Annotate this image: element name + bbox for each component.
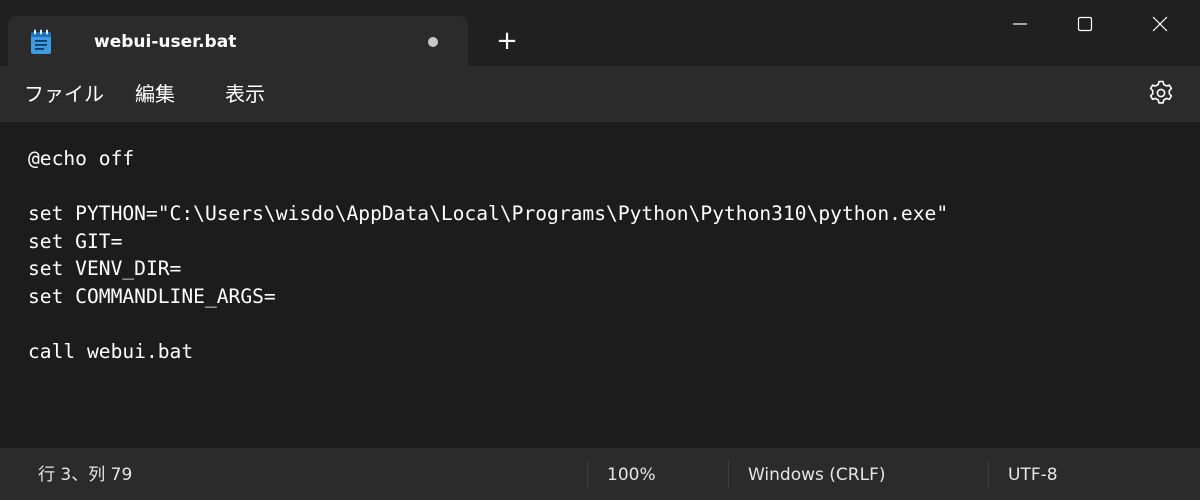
status-divider [728, 460, 729, 488]
encoding[interactable]: UTF-8 [1008, 464, 1058, 486]
menu-edit[interactable]: 編集 [135, 82, 175, 106]
maximize-icon [1077, 16, 1093, 32]
line-ending[interactable]: Windows (CRLF) [748, 464, 886, 486]
title-bar: webui-user.bat + [0, 0, 1200, 68]
menu-view[interactable]: 表示 [225, 82, 265, 106]
menu-file[interactable]: ファイル [24, 82, 104, 106]
gear-icon[interactable] [1146, 78, 1176, 108]
minimize-button[interactable] [990, 4, 1050, 44]
editor-line: set GIT= [28, 230, 123, 253]
notepad-window: webui-user.bat + ファイル 編集 表示 @echo off se… [0, 0, 1200, 500]
document-tab[interactable]: webui-user.bat [8, 16, 468, 68]
text-editor[interactable]: @echo off set PYTHON="C:\Users\wisdo\App… [0, 122, 1200, 448]
editor-line: set COMMANDLINE_ARGS= [28, 285, 276, 308]
zoom-level[interactable]: 100% [607, 464, 656, 486]
status-bar: 行 3、列 79 100% Windows (CRLF) UTF-8 [0, 448, 1200, 500]
editor-line: @echo off [28, 147, 135, 170]
unsaved-dot-icon[interactable] [428, 37, 438, 47]
maximize-button[interactable] [1055, 4, 1115, 44]
editor-line: set VENV_DIR= [28, 257, 182, 280]
notepad-icon [31, 29, 51, 54]
status-divider [988, 460, 989, 488]
close-button[interactable] [1130, 4, 1190, 44]
status-divider [587, 460, 588, 488]
close-icon [1152, 16, 1168, 32]
tab-title: webui-user.bat [94, 32, 237, 52]
new-tab-button[interactable]: + [490, 26, 524, 58]
cursor-position: 行 3、列 79 [38, 465, 133, 485]
editor-line: set PYTHON="C:\Users\wisdo\AppData\Local… [28, 202, 949, 225]
menu-bar: ファイル 編集 表示 [0, 66, 1200, 122]
editor-line: call webui.bat [28, 340, 194, 363]
minimize-icon [1013, 23, 1027, 25]
